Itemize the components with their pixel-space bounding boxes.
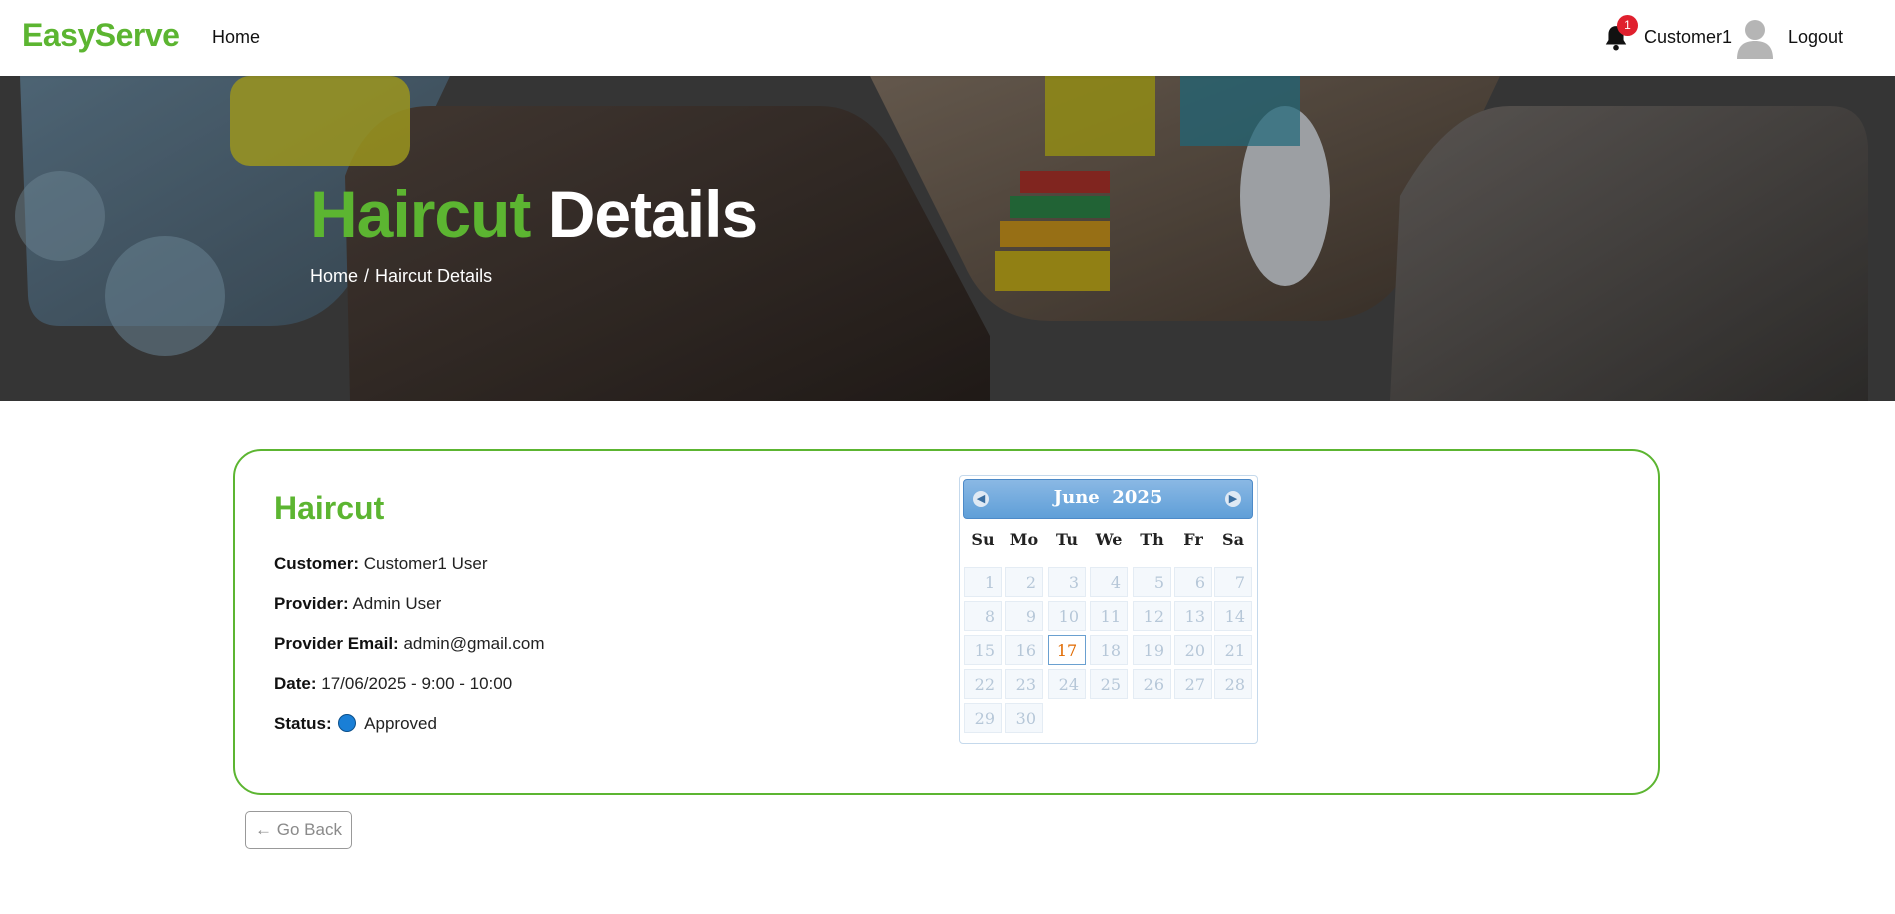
- date-value: 17/06/2025 - 9:00 - 10:00: [321, 674, 513, 693]
- brand-logo[interactable]: EasyServe: [22, 17, 180, 54]
- customer-label: Customer:: [274, 554, 360, 573]
- calendar-day[interactable]: 25: [1090, 669, 1128, 699]
- page-title-accent: Haircut: [310, 177, 531, 251]
- provider-email-row: Provider Email: admin@gmail.com: [274, 634, 544, 654]
- provider-row: Provider: Admin User: [274, 594, 441, 614]
- calendar-day[interactable]: 12: [1133, 601, 1171, 631]
- calendar-day[interactable]: 8: [964, 601, 1002, 631]
- hero-background-image: [0, 76, 1895, 401]
- calendar-day[interactable]: 21: [1214, 635, 1252, 665]
- calendar-prev-icon[interactable]: ◀: [973, 491, 989, 507]
- calendar-day[interactable]: 23: [1005, 669, 1043, 699]
- calendar-day[interactable]: 20: [1174, 635, 1212, 665]
- calendar-day[interactable]: 29: [964, 703, 1002, 733]
- calendar-day[interactable]: 28: [1214, 669, 1252, 699]
- calendar-day[interactable]: 13: [1174, 601, 1212, 631]
- provider-label: Provider:: [274, 594, 349, 613]
- avatar-icon[interactable]: [1735, 17, 1775, 59]
- breadcrumb-home[interactable]: Home: [310, 266, 358, 286]
- calendar-weekday: Tu: [1055, 530, 1079, 549]
- calendar-day[interactable]: 2: [1005, 567, 1043, 597]
- logout-link[interactable]: Logout: [1788, 27, 1843, 48]
- user-menu-name[interactable]: Customer1: [1644, 27, 1732, 48]
- provider-value: Admin User: [352, 594, 442, 613]
- breadcrumb-current: Haircut Details: [375, 266, 493, 286]
- page-title-rest: Details: [547, 177, 758, 251]
- calendar-day[interactable]: 10: [1048, 601, 1086, 631]
- calendar-weekday: Mo: [1009, 530, 1039, 549]
- calendar-day[interactable]: 26: [1133, 669, 1171, 699]
- status-label: Status:: [274, 714, 332, 733]
- calendar-day[interactable]: 16: [1005, 635, 1043, 665]
- calendar-day[interactable]: 18: [1090, 635, 1128, 665]
- calendar-day[interactable]: 1: [964, 567, 1002, 597]
- calendar-weekday: Sa: [1222, 530, 1244, 549]
- calendar-day[interactable]: 9: [1005, 601, 1043, 631]
- calendar-next-icon[interactable]: ▶: [1225, 491, 1241, 507]
- calendar-day[interactable]: 24: [1048, 669, 1086, 699]
- provider-email-label: Provider Email:: [274, 634, 399, 653]
- page-title: Haircut Details: [310, 176, 758, 252]
- calendar-day[interactable]: 14: [1214, 601, 1252, 631]
- calendar-day[interactable]: 27: [1174, 669, 1212, 699]
- status-row: Status: Approved: [274, 714, 437, 734]
- service-title: Haircut: [274, 490, 385, 526]
- calendar-day[interactable]: 6: [1174, 567, 1212, 597]
- calendar-day[interactable]: 3: [1048, 567, 1086, 597]
- notification-badge: 1: [1617, 15, 1638, 36]
- calendar-day[interactable]: 19: [1133, 635, 1171, 665]
- nav-home-link[interactable]: Home: [212, 27, 260, 48]
- calendar-month-year: June 2025: [963, 487, 1253, 508]
- calendar-day[interactable]: 22: [964, 669, 1002, 699]
- date-row: Date: 17/06/2025 - 9:00 - 10:00: [274, 674, 512, 694]
- go-back-button[interactable]: ← Go Back: [245, 811, 352, 849]
- breadcrumb: Home / Haircut Details: [310, 266, 498, 287]
- calendar-weekday: Fr: [1183, 530, 1203, 549]
- calendar-day[interactable]: 11: [1090, 601, 1128, 631]
- calendar-day[interactable]: 4: [1090, 567, 1128, 597]
- calendar-weekday: We: [1095, 530, 1123, 549]
- top-navbar: EasyServe Home 1 Customer1 Logout: [0, 0, 1895, 76]
- customer-row: Customer: Customer1 User: [274, 554, 488, 574]
- calendar-weekday: Th: [1140, 530, 1164, 549]
- calendar-weekday: Su: [971, 530, 995, 549]
- status-dot-icon: [338, 714, 357, 732]
- provider-email-value: admin@gmail.com: [403, 634, 545, 653]
- calendar-year: 2025: [1112, 487, 1163, 508]
- date-label: Date:: [274, 674, 317, 693]
- status-value: Approved: [364, 714, 437, 733]
- calendar-month: June: [1053, 487, 1100, 508]
- calendar-day[interactable]: 30: [1005, 703, 1043, 733]
- calendar-day[interactable]: 5: [1133, 567, 1171, 597]
- calendar-day-selected[interactable]: 17: [1048, 635, 1086, 665]
- calendar-day[interactable]: 7: [1214, 567, 1252, 597]
- hero-banner: Haircut Details Home / Haircut Details: [0, 76, 1895, 401]
- customer-value: Customer1 User: [363, 554, 488, 573]
- breadcrumb-separator: /: [364, 266, 370, 286]
- calendar-day[interactable]: 15: [964, 635, 1002, 665]
- booking-details-card: [233, 449, 1660, 795]
